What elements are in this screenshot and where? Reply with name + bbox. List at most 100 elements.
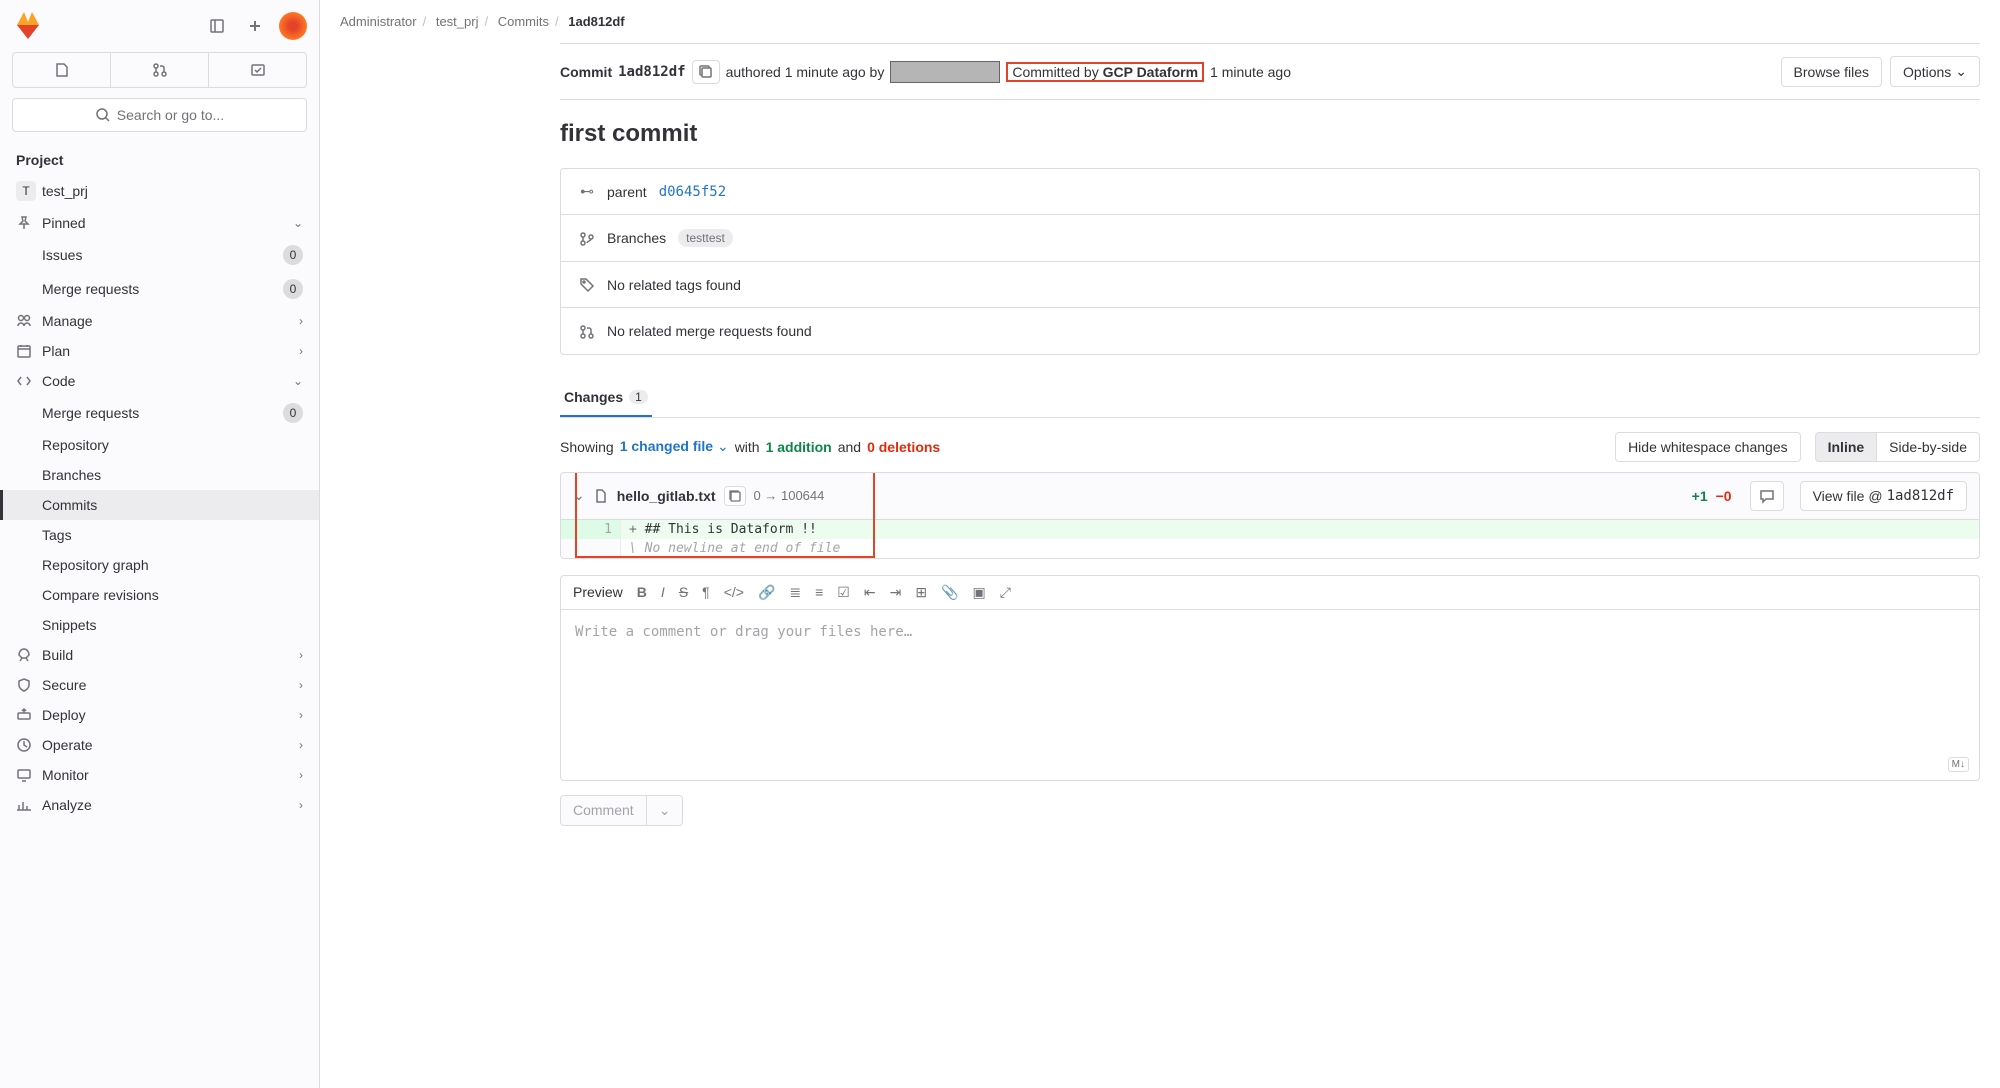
link-icon[interactable]: 🔗	[758, 584, 775, 601]
manage-icon	[16, 313, 32, 329]
bullet-list-icon[interactable]: ≣	[789, 584, 801, 601]
details-icon[interactable]: ▣	[972, 584, 985, 601]
commit-info-box: ⊷ parent d0645f52 Branches testtest No r…	[560, 168, 1980, 355]
project-name: test_prj	[42, 183, 303, 199]
codeblock-icon[interactable]: </>	[724, 584, 744, 600]
tab-changes[interactable]: Changes 1	[560, 379, 652, 417]
create-new-icon[interactable]	[241, 12, 269, 40]
search-input[interactable]: Search or go to...	[12, 98, 307, 132]
inline-view-button[interactable]: Inline	[1815, 432, 1878, 462]
parent-sha-link[interactable]: d0645f52	[659, 184, 726, 200]
diff-filename[interactable]: hello_gitlab.txt	[617, 488, 716, 504]
sidebar-code[interactable]: Code ⌄	[0, 366, 319, 396]
sidebar: Search or go to... Project T test_prj Pi…	[0, 0, 320, 1088]
deletions-count: 0 deletions	[867, 439, 940, 455]
mr-count: 0	[283, 279, 303, 299]
indent-icon[interactable]: ⇥	[890, 584, 902, 601]
view-file-button[interactable]: View file @ 1ad812df	[1800, 481, 1967, 511]
italic-icon[interactable]: I	[661, 584, 665, 600]
side-by-side-button[interactable]: Side-by-side	[1877, 432, 1980, 462]
issues-shortcut-icon[interactable]	[13, 53, 110, 87]
hide-whitespace-button[interactable]: Hide whitespace changes	[1615, 432, 1801, 462]
outdent-icon[interactable]: ⇤	[864, 584, 876, 601]
copy-path-icon[interactable]	[724, 486, 746, 506]
sidebar-code-commits[interactable]: Commits	[0, 490, 319, 520]
preview-tab[interactable]: Preview	[573, 584, 623, 600]
sidebar-pinned[interactable]: Pinned ⌄	[0, 208, 319, 238]
sidebar-code-mr[interactable]: Merge requests 0	[0, 396, 319, 430]
editor-toolbar: Preview B I S ¶ </> 🔗 ≣ ≡ ☑ ⇤ ⇥ ⊞ 📎 ▣ ⤢	[561, 576, 1979, 610]
todos-shortcut-icon[interactable]	[208, 53, 306, 87]
quote-icon[interactable]: ¶	[702, 584, 710, 600]
sidebar-build[interactable]: Build›	[0, 640, 319, 670]
project-letter-icon: T	[16, 181, 36, 201]
branches-row: Branches testtest	[561, 214, 1979, 261]
comment-textarea[interactable]: Write a comment or drag your files here……	[561, 610, 1979, 780]
sidebar-deploy[interactable]: Deploy›	[0, 700, 319, 730]
sidebar-plan[interactable]: Plan ›	[0, 336, 319, 366]
collapse-sidebar-icon[interactable]	[203, 12, 231, 40]
sidebar-issues[interactable]: Issues 0	[0, 238, 319, 272]
sidebar-code-tags[interactable]: Tags	[0, 520, 319, 550]
sidebar-monitor[interactable]: Monitor›	[0, 760, 319, 790]
diff-content: 1 + ## This is Dataform !! \ No newline …	[561, 520, 1979, 558]
sidebar-merge-requests[interactable]: Merge requests 0	[0, 272, 319, 306]
comment-button[interactable]: Comment	[560, 795, 647, 826]
diff-line-added[interactable]: 1 + ## This is Dataform !!	[561, 520, 1979, 539]
main-content: Administrator/ test_prj/ Commits/ 1ad812…	[320, 0, 2000, 1088]
sidebar-code-repo[interactable]: Repository	[0, 430, 319, 460]
shield-icon	[16, 677, 32, 693]
mr-row: No related merge requests found	[561, 307, 1979, 353]
diff-deletions: −0	[1716, 488, 1732, 504]
comment-on-file-icon[interactable]	[1750, 481, 1784, 511]
analyze-icon	[16, 797, 32, 813]
sidebar-code-compare[interactable]: Compare revisions	[0, 580, 319, 610]
fullscreen-icon[interactable]: ⤢	[1000, 584, 1011, 601]
bold-icon[interactable]: B	[637, 584, 647, 600]
changes-summary-bar: Showing 1 changed file ⌄ with 1 addition…	[560, 432, 1980, 462]
operate-icon	[16, 737, 32, 753]
markdown-badge-icon[interactable]: M↓	[1948, 757, 1969, 772]
options-button[interactable]: Options ⌄	[1890, 56, 1980, 87]
plan-icon	[16, 343, 32, 359]
chevron-down-icon[interactable]: ⌄	[573, 487, 585, 504]
branch-icon	[579, 229, 595, 246]
tag-icon	[579, 276, 595, 293]
sidebar-code-branches[interactable]: Branches	[0, 460, 319, 490]
branch-chip[interactable]: testtest	[678, 229, 733, 247]
sidebar-code-snippets[interactable]: Snippets	[0, 610, 319, 640]
changes-tabs: Changes 1	[560, 379, 1980, 418]
diff-mode: 0 → 100644	[754, 488, 825, 503]
project-section-label: Project	[0, 146, 319, 174]
browse-files-button[interactable]: Browse files	[1781, 57, 1882, 87]
merge-requests-shortcut-icon[interactable]	[110, 53, 208, 87]
project-link[interactable]: T test_prj	[0, 174, 319, 208]
task-list-icon[interactable]: ☑	[837, 584, 850, 601]
committer-highlight: Committed by GCP Dataform	[1006, 62, 1204, 82]
sidebar-operate[interactable]: Operate›	[0, 730, 319, 760]
chevron-right-icon: ›	[299, 344, 303, 358]
user-avatar[interactable]	[279, 12, 307, 40]
shortcuts-row	[12, 52, 307, 88]
number-list-icon[interactable]: ≡	[815, 584, 823, 600]
attach-icon[interactable]: 📎	[941, 584, 958, 601]
sidebar-analyze[interactable]: Analyze›	[0, 790, 319, 820]
strike-icon[interactable]: S	[679, 584, 688, 600]
comment-editor: Preview B I S ¶ </> 🔗 ≣ ≡ ☑ ⇤ ⇥ ⊞ 📎 ▣ ⤢ …	[560, 575, 1980, 781]
sidebar-code-graph[interactable]: Repository graph	[0, 550, 319, 580]
sidebar-manage[interactable]: Manage ›	[0, 306, 319, 336]
breadcrumb-project[interactable]: test_prj	[436, 14, 479, 29]
comment-actions: Comment ⌄	[560, 795, 1980, 826]
changed-files-link[interactable]: 1 changed file ⌄	[620, 438, 729, 455]
comment-dropdown-button[interactable]: ⌄	[647, 795, 684, 826]
commit-title: first commit	[560, 120, 1980, 148]
table-icon[interactable]: ⊞	[915, 584, 927, 601]
breadcrumb-admin[interactable]: Administrator	[340, 14, 417, 29]
gitlab-logo-icon[interactable]	[12, 10, 44, 42]
breadcrumb-commits[interactable]: Commits	[498, 14, 549, 29]
commit-icon: ⊷	[579, 183, 595, 200]
sidebar-secure[interactable]: Secure›	[0, 670, 319, 700]
copy-sha-icon[interactable]	[692, 60, 720, 84]
diff-line-meta: \ No newline at end of file	[561, 539, 1979, 558]
committed-ago: 1 minute ago	[1210, 64, 1291, 80]
